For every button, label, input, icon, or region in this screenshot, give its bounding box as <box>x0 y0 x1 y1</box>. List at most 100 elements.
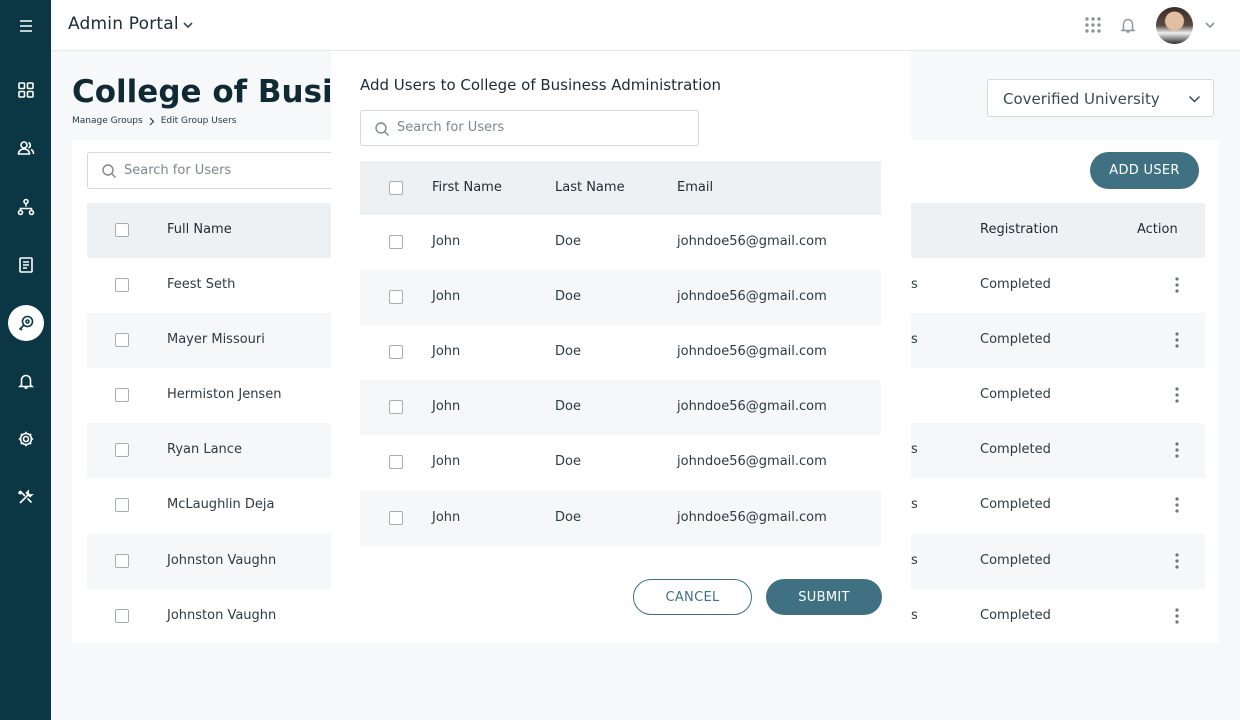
last-name-cell: Doe <box>555 399 581 414</box>
avatar[interactable] <box>1156 7 1193 44</box>
more-options-icon[interactable] <box>1175 497 1179 513</box>
more-options-icon[interactable] <box>1175 332 1179 348</box>
first-name-cell: John <box>432 454 461 469</box>
notification-bell-icon[interactable] <box>1119 16 1137 34</box>
modal-table-row[interactable]: John Doe johndoe56@gmail.com <box>360 380 881 435</box>
breadcrumb: Manage Groups Edit Group Users <box>72 116 236 126</box>
app-title[interactable]: Admin Portal <box>68 14 179 34</box>
tools-icon[interactable] <box>8 479 44 515</box>
registration-status: Completed <box>980 608 1051 623</box>
full-name-cell: Hermiston Jensen <box>167 387 282 402</box>
row-checkbox[interactable] <box>389 290 403 304</box>
last-name-cell: Doe <box>555 454 581 469</box>
modal-search-input[interactable]: Search for Users <box>360 110 699 146</box>
modal-table-row[interactable]: John Doe johndoe56@gmail.com <box>360 270 881 325</box>
page-title: College of Business Administration <box>72 74 342 110</box>
full-name-cell: Johnston Vaughn <box>167 608 277 623</box>
partial-cell: s <box>911 277 918 292</box>
registration-status: Completed <box>980 442 1051 457</box>
modal-table-row[interactable]: John Doe johndoe56@gmail.com <box>360 325 881 380</box>
more-options-icon[interactable] <box>1175 608 1179 624</box>
search-placeholder: Search for Users <box>124 163 232 178</box>
documents-icon[interactable] <box>8 247 44 283</box>
breadcrumb-item-edit-group-users[interactable]: Edit Group Users <box>161 116 237 126</box>
row-checkbox[interactable] <box>389 235 403 249</box>
sidebar <box>0 0 51 720</box>
modal-title: Add Users to College of Business Adminis… <box>360 76 722 94</box>
select-all-checkbox[interactable] <box>389 181 403 195</box>
column-header-last-name[interactable]: Last Name <box>555 180 625 195</box>
row-checkbox[interactable] <box>389 455 403 469</box>
registration-status: Completed <box>980 553 1051 568</box>
row-checkbox[interactable] <box>115 498 129 512</box>
chevron-down-icon <box>1188 95 1201 103</box>
modal-table-row[interactable]: John Doe johndoe56@gmail.com <box>360 215 881 270</box>
last-name-cell: Doe <box>555 510 581 525</box>
bell-icon[interactable] <box>8 363 44 399</box>
row-checkbox[interactable] <box>115 388 129 402</box>
column-header-email[interactable]: Email <box>677 180 713 195</box>
more-options-icon[interactable] <box>1175 553 1179 569</box>
row-checkbox[interactable] <box>115 333 129 347</box>
cancel-button[interactable]: CANCEL <box>633 579 752 615</box>
row-checkbox[interactable] <box>115 278 129 292</box>
first-name-cell: John <box>432 234 461 249</box>
last-name-cell: Doe <box>555 234 581 249</box>
row-checkbox[interactable] <box>389 400 403 414</box>
column-header-action: Action <box>1137 222 1178 237</box>
more-options-icon[interactable] <box>1175 387 1179 403</box>
full-name-cell: Ryan Lance <box>167 442 242 457</box>
select-all-checkbox[interactable] <box>115 223 129 237</box>
full-name-cell: McLaughlin Deja <box>167 497 275 512</box>
email-cell: johndoe56@gmail.com <box>677 234 827 249</box>
more-options-icon[interactable] <box>1175 442 1179 458</box>
hierarchy-icon[interactable] <box>8 189 44 225</box>
last-name-cell: Doe <box>555 289 581 304</box>
modal-search-placeholder: Search for Users <box>397 120 505 135</box>
submit-button[interactable]: SUBMIT <box>766 579 882 615</box>
chevron-down-icon[interactable] <box>182 19 194 31</box>
row-checkbox[interactable] <box>389 345 403 359</box>
add-user-button[interactable]: ADD USER <box>1090 152 1199 189</box>
email-cell: johndoe56@gmail.com <box>677 399 827 414</box>
registration-status: Completed <box>980 332 1051 347</box>
dashboard-icon[interactable] <box>8 72 44 108</box>
column-header-first-name[interactable]: First Name <box>432 180 502 195</box>
column-header-registration[interactable]: Registration <box>980 222 1058 237</box>
first-name-cell: John <box>432 510 461 525</box>
full-name-cell: Feest Seth <box>167 277 236 292</box>
search-icon <box>375 122 389 136</box>
first-name-cell: John <box>432 344 461 359</box>
modal-table-row[interactable]: John Doe johndoe56@gmail.com <box>360 491 881 546</box>
search-key-icon[interactable] <box>8 305 44 341</box>
organization-select[interactable]: Coverified University <box>987 79 1214 117</box>
registration-status: Completed <box>980 277 1051 292</box>
settings-icon[interactable] <box>8 421 44 457</box>
partial-cell: s <box>911 442 918 457</box>
row-checkbox[interactable] <box>115 554 129 568</box>
add-users-modal: Add Users to College of Business Adminis… <box>331 51 911 641</box>
first-name-cell: John <box>432 399 461 414</box>
row-checkbox[interactable] <box>115 443 129 457</box>
apps-grid-icon[interactable] <box>1084 16 1102 34</box>
first-name-cell: John <box>432 289 461 304</box>
last-name-cell: Doe <box>555 344 581 359</box>
more-options-icon[interactable] <box>1175 277 1179 293</box>
search-input[interactable]: Search for Users <box>87 152 347 189</box>
registration-status: Completed <box>980 497 1051 512</box>
full-name-cell: Johnston Vaughn <box>167 553 277 568</box>
chevron-down-icon[interactable] <box>1204 19 1216 31</box>
row-checkbox[interactable] <box>389 511 403 525</box>
partial-cell: s <box>911 553 918 568</box>
column-header-full-name[interactable]: Full Name <box>167 222 232 237</box>
search-icon <box>102 164 116 178</box>
menu-icon[interactable] <box>8 8 44 44</box>
partial-cell: s <box>911 497 918 512</box>
email-cell: johndoe56@gmail.com <box>677 454 827 469</box>
breadcrumb-item-manage-groups[interactable]: Manage Groups <box>72 116 143 126</box>
modal-table-header: First Name Last Name Email <box>360 161 881 215</box>
row-checkbox[interactable] <box>115 609 129 623</box>
registration-status: Completed <box>980 387 1051 402</box>
users-icon[interactable] <box>8 130 44 166</box>
modal-table-row[interactable]: John Doe johndoe56@gmail.com <box>360 435 881 490</box>
